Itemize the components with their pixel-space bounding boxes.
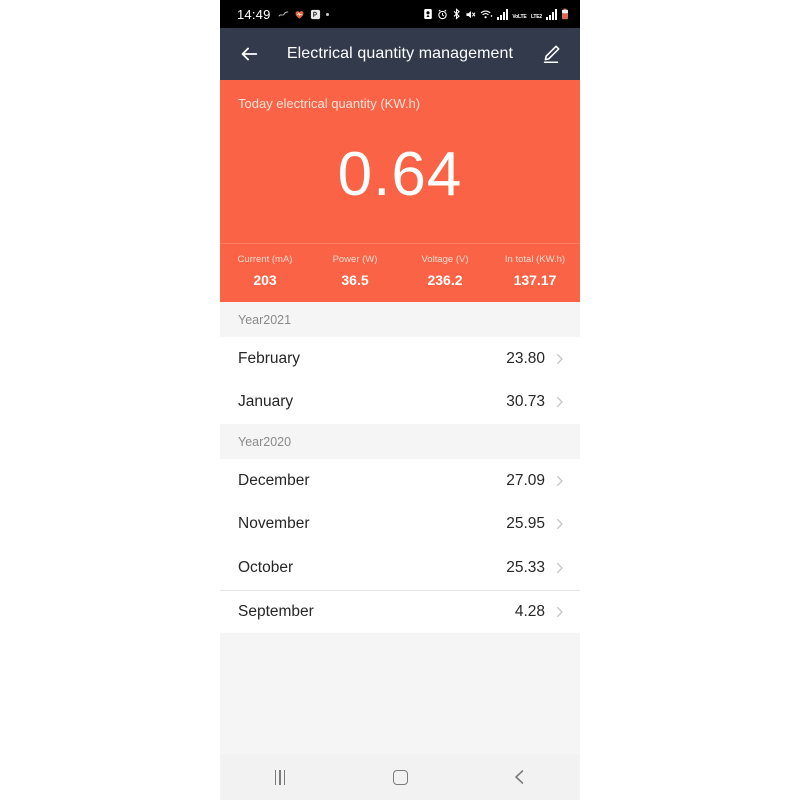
stat-in-total: In total (KW.h) 137.17 [490,254,580,288]
month-value: 4.28 [514,602,545,620]
volte-label: VoLTE LTE2 [512,14,542,20]
stat-label: Current (mA) [237,254,293,265]
mute-icon [466,10,476,18]
stat-current: Current (mA) 203 [220,254,310,288]
stat-value: 36.5 [341,272,369,288]
list-empty-area [220,633,580,754]
stats-row: Current (mA) 203 Power (W) 36.5 Voltage … [220,243,580,302]
month-value: 25.33 [506,558,545,576]
app-bar: Electrical quantity management [220,28,580,80]
month-value: 23.80 [506,349,545,367]
stat-label: Voltage (V) [421,254,469,265]
today-label: Today electrical quantity (KW.h) [238,96,421,111]
alarm-icon [438,9,448,19]
status-bar-right-icons: VoLTE LTE2 [423,5,569,23]
chevron-right-icon [556,353,563,364]
screenshot-root: 14:49 VoLTE LTE2 Electrical quantity man… [0,0,800,800]
list-item[interactable]: December 27.09 [220,459,580,503]
stat-label: In total (KW.h) [504,254,566,265]
back-chevron-icon[interactable] [490,754,550,800]
month-value: 27.09 [506,471,545,489]
back-arrow-icon[interactable] [234,39,264,69]
chevron-right-icon [556,606,563,617]
system-nav-bar [220,754,580,800]
list-item[interactable]: October 25.33 [220,546,580,590]
list-item[interactable]: January 30.73 [220,380,580,424]
heart-icon [295,10,304,19]
battery-icon [562,8,568,20]
stat-voltage: Voltage (V) 236.2 [400,254,490,288]
chevron-right-icon [556,519,563,530]
chevron-right-icon [556,562,563,573]
page-title: Electrical quantity management [286,45,514,62]
section-rows-year2020: December 27.09 November 25.95 October 25… [220,459,580,633]
wifi-icon [481,10,493,18]
stat-value: 203 [253,272,277,288]
list-item[interactable]: February 23.80 [220,337,580,381]
home-icon[interactable] [370,754,430,800]
month-name: October [238,558,294,576]
month-value: 30.73 [506,393,545,411]
month-name: November [238,515,310,533]
status-bar-time: 14:49 [237,6,271,22]
month-value: 25.95 [506,515,545,533]
month-name: September [238,602,314,620]
signal-bars-icon [497,8,509,20]
bluetooth-icon [454,8,461,20]
status-bar: 14:49 VoLTE LTE2 [220,0,580,28]
status-bar-left-icons [278,9,329,20]
stat-value: 236.2 [427,272,463,288]
chevron-right-icon [556,397,563,408]
list-item[interactable]: November 25.95 [220,502,580,546]
section-rows-year2021: February 23.80 January 30.73 [220,337,580,424]
list-item[interactable]: September 4.28 [220,589,580,633]
section-header-year2020: Year2020 [220,424,580,459]
stat-value: 137.17 [513,272,557,288]
chevron-right-icon [556,475,563,486]
monthly-list[interactable]: Year2021 February 23.80 January 30.73 Ye… [220,302,580,754]
section-header-year2021: Year2021 [220,302,580,337]
today-value: 0.64 [337,140,463,209]
squiggle-icon [278,10,288,17]
recents-icon[interactable] [250,754,310,800]
edit-pencil-icon[interactable] [536,39,566,69]
signal-bars-2-icon [546,8,557,20]
today-summary-card: Today electrical quantity (KW.h) 0.64 Cu… [220,80,580,302]
dot-icon [325,12,329,16]
app-badge-icon [310,9,320,19]
month-name: February [238,349,301,367]
month-name: December [238,471,310,489]
stat-power: Power (W) 36.5 [310,254,400,288]
stat-label: Power (W) [332,254,378,265]
phone-screen: 14:49 VoLTE LTE2 Electrical quantity man… [220,0,580,800]
month-name: January [238,393,294,411]
data-saver-icon [424,9,433,19]
